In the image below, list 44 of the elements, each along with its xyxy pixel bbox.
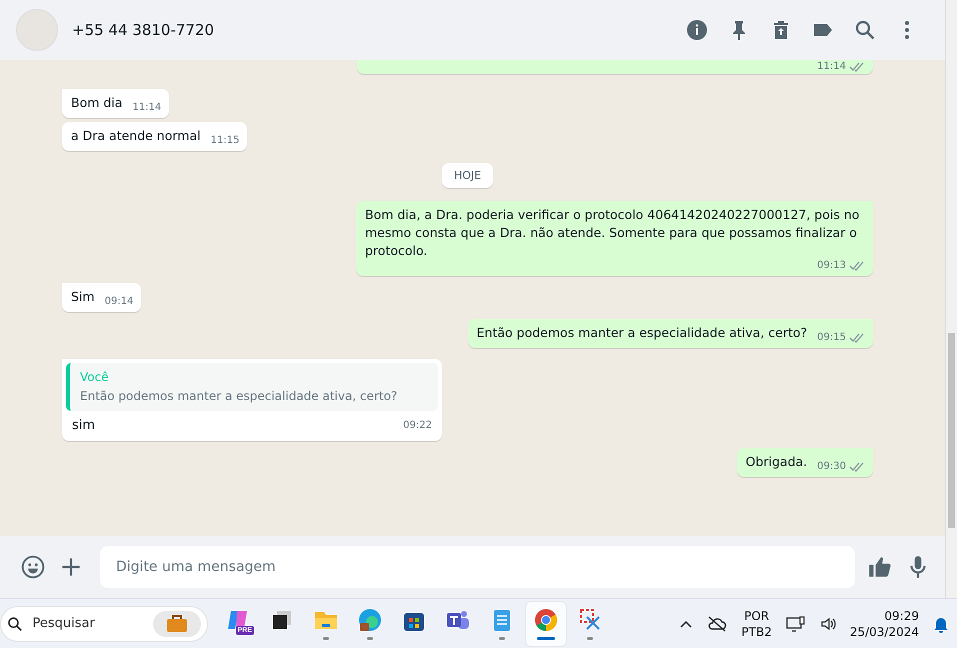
message-text: a Dra atende normal	[71, 127, 201, 145]
chrome-browser-icon	[533, 607, 559, 633]
taskbar-search-field[interactable]: Pesquisar	[0, 606, 208, 642]
double-check-icon	[849, 62, 865, 72]
briefcase-icon[interactable]	[166, 614, 188, 632]
info-icon[interactable]	[685, 18, 709, 42]
message-input[interactable]: Digite uma mensagem	[100, 546, 855, 588]
message-text: Sim	[71, 288, 95, 306]
search-icon[interactable]	[853, 18, 877, 42]
contact-name[interactable]: +55 44 3810-7720	[72, 21, 671, 39]
double-check-icon	[849, 462, 865, 472]
keyboard-language[interactable]: POR PTB2	[741, 608, 772, 640]
double-check-icon	[849, 261, 865, 271]
message-text: Obrigada.	[746, 453, 808, 471]
message-time: 11:15	[210, 135, 240, 147]
taskbar-clock[interactable]: 09:29 25/03/2024	[850, 608, 919, 640]
message-time: 09:13	[817, 260, 846, 272]
taskbar-search-input[interactable]: Pesquisar	[30, 615, 145, 632]
message-time: 09:15	[817, 332, 846, 344]
speaker-icon[interactable]	[820, 616, 836, 632]
message-text: Bom dia	[71, 94, 122, 112]
message-text: Bom dia, a Dra. poderia verificar o protocolo 40641420240227000127, pois no mesmo consta que a Dra. não atende. Somente para que possamos finalizar o protocolo.	[365, 206, 860, 260]
scrollbar-thumb[interactable]	[948, 333, 955, 528]
quote-text: Então podemos manter a especialidade ativa, certo?	[80, 388, 398, 405]
network-monitor-icon[interactable]	[786, 616, 806, 632]
date-chip: HOJE	[442, 163, 494, 188]
quote-author: Você	[80, 369, 110, 385]
clock-time: 09:29	[884, 608, 919, 624]
layout-code: PTB2	[741, 624, 772, 640]
message-text: sim	[72, 417, 96, 435]
clock-date: 25/03/2024	[850, 624, 919, 640]
message-time: 09:30	[817, 461, 846, 473]
search-icon	[7, 616, 23, 632]
cloud-offline-icon[interactable]	[707, 616, 728, 632]
double-check-icon	[849, 333, 865, 343]
message-time: 09:14	[104, 296, 134, 308]
message-time: 11:14	[132, 102, 162, 114]
language-code: POR	[744, 608, 770, 624]
smiley-icon[interactable]	[20, 554, 46, 580]
message-time: 09:22	[403, 419, 432, 433]
message-text: Então podemos manter a especialidade ativa, certo?	[476, 324, 808, 342]
message-time: 11:14	[817, 60, 846, 74]
edge-browser-icon	[357, 607, 383, 633]
quoted-message[interactable]: Você Então podemos manter a especialidade ativa, certo?	[66, 363, 438, 411]
